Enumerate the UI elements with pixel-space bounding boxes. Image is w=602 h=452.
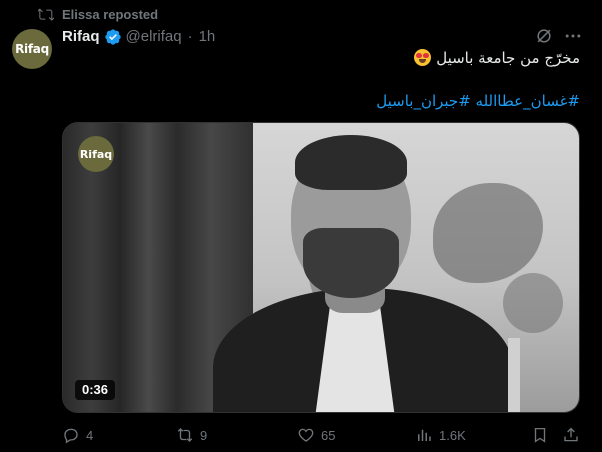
post-time[interactable]: 1h: [199, 27, 216, 47]
bookmark-button[interactable]: [531, 426, 549, 444]
author-name[interactable]: Rifaq: [62, 27, 100, 47]
video-frame: [63, 123, 579, 412]
repost-count: 9: [200, 427, 208, 443]
share-icon: [564, 427, 578, 442]
reply-count: 4: [86, 427, 94, 443]
views-count: 1.6K: [439, 427, 466, 443]
avatar-text: Rifaq: [15, 42, 49, 56]
separator: ·: [187, 28, 193, 45]
repost-label: Elissa reposted: [62, 6, 159, 22]
bookmark-icon: [534, 427, 546, 443]
reply-button[interactable]: 4: [62, 426, 93, 444]
post-text-content: مخرّج من جامعة باسيل: [436, 49, 580, 67]
author-handle[interactable]: @elrifaq: [126, 27, 182, 47]
views-icon: [418, 429, 431, 441]
avatar[interactable]: Rifaq: [12, 29, 52, 69]
post[interactable]: Elissa reposted Rifaq Rifaq @elrifaq · 1…: [0, 0, 602, 452]
post-text: مخرّج من جامعة باسيل: [410, 47, 580, 69]
share-button[interactable]: [562, 426, 580, 444]
repost-button[interactable]: 9: [176, 426, 207, 444]
like-count: 65: [321, 427, 336, 443]
star-struck-emoji-icon: [414, 49, 432, 66]
video-duration: 0:36: [75, 380, 116, 400]
watermark-text: Rifaq: [79, 147, 113, 161]
views-button[interactable]: 1.6K: [415, 426, 466, 444]
heart-icon: [298, 428, 314, 442]
post-header: Rifaq @elrifaq · 1h: [62, 27, 215, 47]
repost-icon: [177, 428, 193, 442]
repost-icon: [38, 8, 54, 21]
like-button[interactable]: 65: [297, 426, 335, 444]
hashtags[interactable]: #غسان_عطاالله #جبران_باسيل: [376, 90, 580, 112]
channel-watermark: Rifaq: [78, 136, 114, 172]
reply-icon: [64, 428, 78, 444]
verified-badge-icon[interactable]: [104, 28, 122, 46]
action-bar: 4 9 65 1.6K: [62, 426, 582, 446]
more-options-icon[interactable]: [563, 26, 583, 46]
video-player[interactable]: Rifaq 0:36: [62, 122, 580, 413]
grok-icon[interactable]: [534, 26, 554, 46]
repost-context[interactable]: Elissa reposted: [38, 6, 158, 22]
